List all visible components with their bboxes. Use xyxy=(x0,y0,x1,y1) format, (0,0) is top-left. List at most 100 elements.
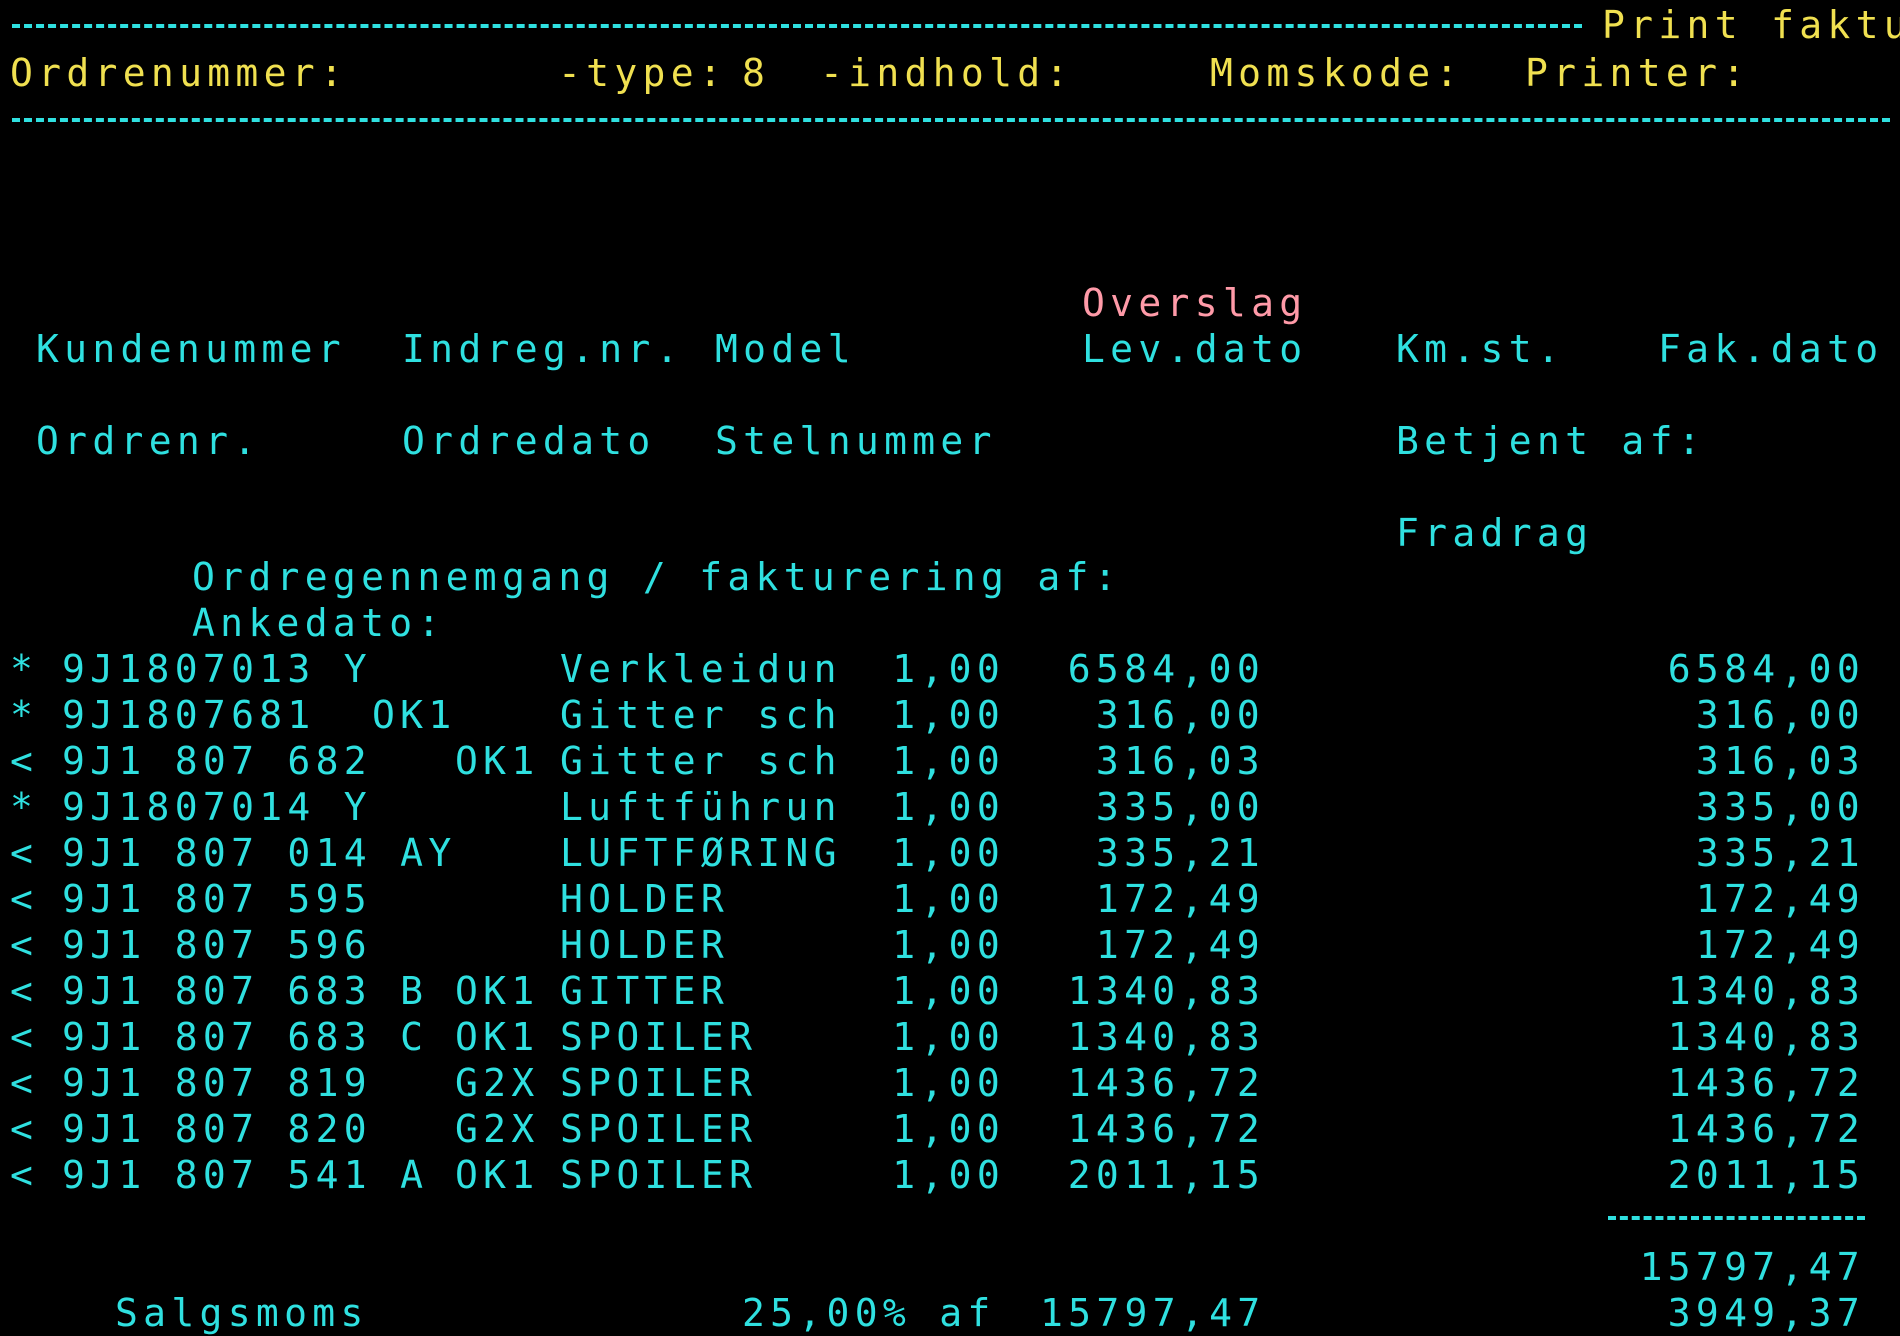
order-number-field[interactable] xyxy=(350,50,540,96)
line-description: LUFTFØRING xyxy=(560,831,842,875)
line-mark: < xyxy=(10,877,39,921)
terminal-screen: Print faktu Ordrenummer: -type: 8 -indho… xyxy=(0,0,1900,1336)
line-total: 172,49 xyxy=(1695,923,1865,967)
order-date-label: Ordredato xyxy=(402,419,656,463)
line-quantity: 1,00 xyxy=(892,969,1005,1013)
line-description: Gitter sch xyxy=(560,739,842,783)
line-code: OK1 xyxy=(455,1153,540,1197)
line-part-number[interactable]: 9J1 807 683 B xyxy=(62,968,428,1014)
line-price: 2011,15 xyxy=(1067,1153,1265,1197)
served-by-label: Betjent af: xyxy=(1396,419,1706,463)
line-mark: * xyxy=(10,693,39,737)
line-part-number[interactable]: 9J1 807 819 xyxy=(62,1060,372,1106)
line-part-number[interactable]: 9J1807013 Y xyxy=(62,646,372,692)
line-total: 335,21 xyxy=(1695,831,1865,875)
complaint-date-label: Ankedato: xyxy=(192,601,446,645)
line-total: 1340,83 xyxy=(1667,969,1865,1013)
line-mark: < xyxy=(10,1153,39,1197)
printer-label: Printer: xyxy=(1525,51,1751,95)
line-mark: < xyxy=(10,831,39,875)
line-mark: * xyxy=(10,785,39,829)
line-part-number[interactable]: 9J1 807 541 A xyxy=(62,1152,428,1198)
model-label: Model xyxy=(715,327,856,371)
review-invoicing-field[interactable] xyxy=(1082,554,1262,600)
line-mark: < xyxy=(10,739,39,783)
line-part-number[interactable]: 9J1807014 Y xyxy=(62,784,372,830)
registration-number-label: Indreg.nr. xyxy=(402,327,684,371)
line-price: 1436,72 xyxy=(1067,1107,1265,1151)
line-description: SPOILER xyxy=(560,1015,758,1059)
line-part-number[interactable]: 9J1 807 682 xyxy=(62,738,372,784)
vat-rate: 25,00% af xyxy=(742,1291,996,1335)
line-price: 1340,83 xyxy=(1067,1015,1265,1059)
line-mark: < xyxy=(10,1107,39,1151)
line-part-number[interactable]: 9J1 807 820 xyxy=(62,1106,372,1152)
line-part-number[interactable]: 9J1 807 595 xyxy=(62,876,372,922)
line-quantity: 1,00 xyxy=(892,1061,1005,1105)
line-price: 316,00 xyxy=(1095,693,1265,737)
line-price: 1340,83 xyxy=(1067,969,1265,1013)
line-total: 1436,72 xyxy=(1667,1061,1865,1105)
subtotal-value: 15797,47 xyxy=(1639,1245,1865,1289)
line-quantity: 1,00 xyxy=(892,923,1005,967)
line-code: OK1 xyxy=(455,1015,540,1059)
line-price: 6584,00 xyxy=(1067,647,1265,691)
vat-code-label: Momskode: xyxy=(1210,51,1464,95)
line-total: 316,03 xyxy=(1695,739,1865,783)
line-mark: < xyxy=(10,969,39,1013)
line-total: 2011,15 xyxy=(1667,1153,1865,1197)
line-total: 172,49 xyxy=(1695,877,1865,921)
line-mark: * xyxy=(10,647,39,691)
estimate-label: Overslag xyxy=(1082,281,1308,325)
line-quantity: 1,00 xyxy=(892,831,1005,875)
line-mark: < xyxy=(10,1015,39,1059)
line-quantity: 1,00 xyxy=(892,785,1005,829)
line-code: OK1 xyxy=(455,739,540,783)
order-no-label: Ordrenr. xyxy=(36,419,262,463)
line-quantity: 1,00 xyxy=(892,1107,1005,1151)
order-type-value[interactable]: 8 xyxy=(742,50,770,96)
line-quantity: 1,00 xyxy=(892,1153,1005,1197)
line-price: 172,49 xyxy=(1095,923,1265,967)
km-reading-label: Km.st. xyxy=(1396,327,1566,371)
line-mark: < xyxy=(10,923,39,967)
line-code: OK1 xyxy=(455,969,540,1013)
line-description: HOLDER xyxy=(560,877,730,921)
screen-title: Print faktu xyxy=(1602,3,1900,47)
line-total: 6584,00 xyxy=(1667,647,1865,691)
line-description: SPOILER xyxy=(560,1153,758,1197)
line-price: 172,49 xyxy=(1095,877,1265,921)
line-price: 335,00 xyxy=(1095,785,1265,829)
customer-number-label: Kundenummer xyxy=(36,327,346,371)
deduction-label: Fradrag xyxy=(1396,511,1594,555)
line-part-number[interactable]: 9J1 807 596 xyxy=(62,922,372,968)
line-quantity: 1,00 xyxy=(892,693,1005,737)
line-quantity: 1,00 xyxy=(892,877,1005,921)
line-description: GITTER xyxy=(560,969,730,1013)
invoice-date-label: Fak.dato xyxy=(1658,327,1884,371)
vin-label: Stelnummer xyxy=(715,419,997,463)
line-quantity: 1,00 xyxy=(892,1015,1005,1059)
review-invoicing-label: Ordregennemgang / fakturering af: xyxy=(192,555,1122,599)
line-description: Gitter sch xyxy=(560,693,842,737)
line-description: SPOILER xyxy=(560,1107,758,1151)
order-number-label: Ordrenummer: xyxy=(10,51,349,95)
line-description: HOLDER xyxy=(560,923,730,967)
line-description: Verkleidun xyxy=(560,647,842,691)
line-description: Luftführun xyxy=(560,785,842,829)
order-type-label: -type: xyxy=(558,51,728,95)
line-part-number[interactable]: 9J1 807 014 AY xyxy=(62,830,457,876)
order-content-label: -indhold: xyxy=(820,51,1074,95)
line-part-number[interactable]: 9J1 807 683 C xyxy=(62,1014,428,1060)
line-total: 316,00 xyxy=(1695,693,1865,737)
line-price: 316,03 xyxy=(1095,739,1265,783)
line-quantity: 1,00 xyxy=(892,647,1005,691)
line-quantity: 1,00 xyxy=(892,739,1005,783)
total-divider xyxy=(1608,1216,1865,1220)
header-bottom-divider xyxy=(12,118,1890,122)
line-description: SPOILER xyxy=(560,1061,758,1105)
vat-label: Salgsmoms xyxy=(115,1291,369,1335)
complaint-date-field[interactable] xyxy=(458,600,638,646)
vat-base: 15797,47 xyxy=(1040,1291,1266,1335)
line-part-number[interactable]: 9J1807681 OK1 xyxy=(62,692,457,738)
